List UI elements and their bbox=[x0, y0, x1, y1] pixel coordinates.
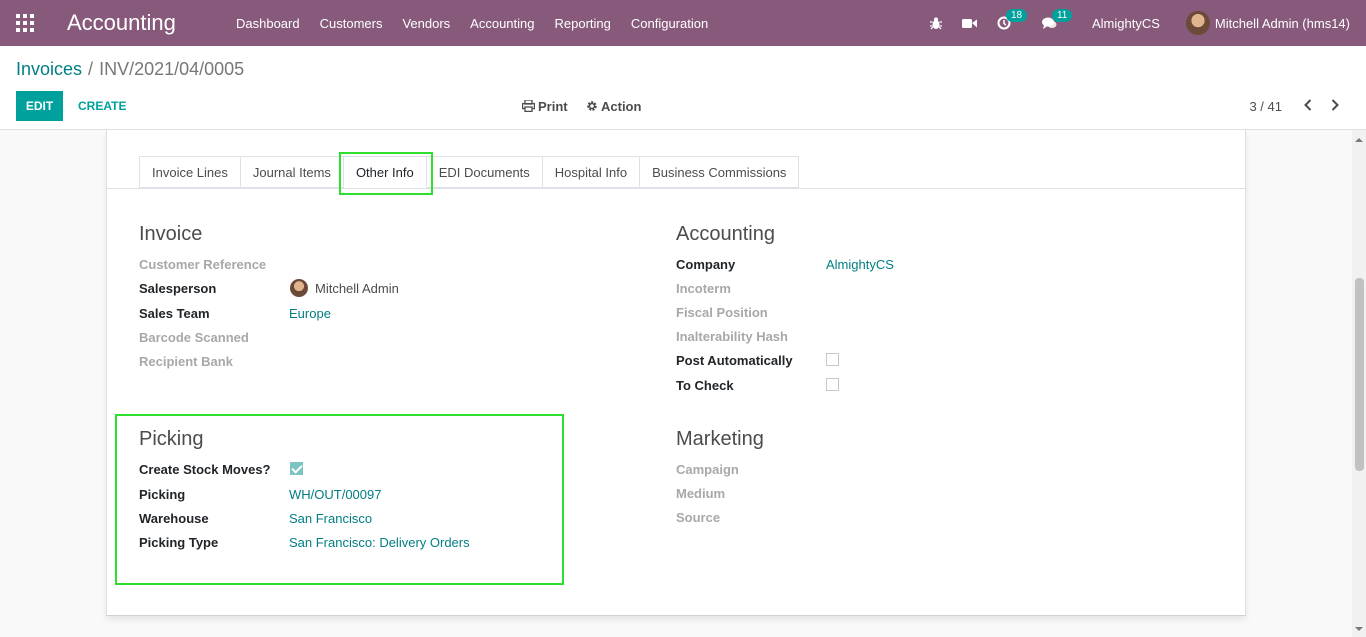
tab-hospital-info[interactable]: Hospital Info bbox=[542, 156, 641, 188]
message-count-badge: 11 bbox=[1051, 9, 1073, 22]
user-name: Mitchell Admin (hms14) bbox=[1214, 15, 1350, 31]
create-stock-moves-checkbox[interactable] bbox=[290, 462, 303, 475]
user-avatar bbox=[1185, 11, 1210, 35]
form-sheet: Invoice Lines Journal Items Other Info E… bbox=[106, 130, 1247, 616]
inalterability-hash-label: Inalterability Hash bbox=[676, 329, 788, 344]
post-automatically-checkbox[interactable] bbox=[826, 353, 839, 366]
tab-other-info[interactable]: Other Info bbox=[343, 156, 427, 188]
print-icon bbox=[522, 100, 535, 112]
salesperson-value[interactable]: Mitchell Admin bbox=[315, 281, 399, 296]
breadcrumb-separator: / bbox=[88, 59, 94, 79]
bug-icon[interactable] bbox=[928, 15, 944, 31]
page-scrollbar[interactable] bbox=[1352, 130, 1366, 637]
picking-type-label: Picking Type bbox=[139, 535, 219, 550]
warehouse-value[interactable]: San Francisco bbox=[289, 511, 372, 526]
print-label: Print bbox=[538, 98, 568, 114]
activity-count-badge: 18 bbox=[1005, 9, 1028, 22]
invoice-group-title: Invoice bbox=[139, 223, 203, 245]
tab-edi-documents[interactable]: EDI Documents bbox=[426, 156, 543, 188]
tab-journal-items[interactable]: Journal Items bbox=[240, 156, 344, 188]
accounting-group-title: Accounting bbox=[676, 223, 775, 245]
salesperson-label: Salesperson bbox=[139, 281, 217, 296]
action-button[interactable]: Action bbox=[586, 91, 641, 121]
company-value[interactable]: AlmightyCS bbox=[826, 257, 894, 272]
sales-team-value[interactable]: Europe bbox=[289, 306, 331, 321]
post-automatically-label: Post Automatically bbox=[676, 353, 793, 368]
to-check-checkbox[interactable] bbox=[826, 378, 839, 391]
chevron-right-icon bbox=[1331, 99, 1339, 111]
source-label: Source bbox=[676, 510, 721, 525]
recipient-bank-label: Recipient Bank bbox=[139, 354, 233, 369]
warehouse-label: Warehouse bbox=[139, 511, 209, 526]
menu-item-dashboard[interactable]: Dashboard bbox=[226, 16, 310, 31]
apps-menu-icon[interactable] bbox=[16, 14, 34, 32]
user-menu[interactable]: Mitchell Admin (hms14) bbox=[1185, 11, 1350, 35]
edit-button[interactable]: EDIT bbox=[16, 91, 63, 121]
barcode-scanned-label: Barcode Scanned bbox=[139, 330, 249, 345]
fiscal-position-label: Fiscal Position bbox=[676, 305, 768, 320]
company-switcher[interactable]: AlmightyCS bbox=[1092, 16, 1160, 31]
to-check-label: To Check bbox=[676, 378, 734, 393]
menu-item-vendors[interactable]: Vendors bbox=[392, 16, 460, 31]
breadcrumb-current: INV/2021/04/0005 bbox=[99, 59, 245, 79]
menu-item-accounting[interactable]: Accounting bbox=[460, 16, 544, 31]
messages-icon[interactable]: 11 bbox=[1042, 9, 1073, 31]
incoterm-label: Incoterm bbox=[676, 281, 731, 296]
marketing-group-title: Marketing bbox=[676, 428, 764, 450]
menu-item-reporting[interactable]: Reporting bbox=[545, 16, 621, 31]
tabs-divider bbox=[107, 188, 1247, 189]
tab-invoice-lines[interactable]: Invoice Lines bbox=[139, 156, 241, 188]
salesperson-avatar bbox=[290, 279, 308, 297]
pager-value[interactable]: 3 / 41 bbox=[1249, 99, 1282, 114]
picking-label: Picking bbox=[139, 487, 186, 502]
sales-team-label: Sales Team bbox=[139, 306, 210, 321]
systray: 18 11 AlmightyCS Mitchell Admin (hms14) bbox=[928, 0, 1366, 46]
gear-icon bbox=[587, 101, 597, 111]
scroll-up-arrow-icon[interactable] bbox=[1355, 136, 1363, 144]
activity-clock-icon[interactable]: 18 bbox=[996, 9, 1028, 31]
pager-next-button[interactable] bbox=[1327, 96, 1343, 114]
campaign-label: Campaign bbox=[676, 462, 739, 477]
scroll-thumb[interactable] bbox=[1355, 278, 1364, 471]
video-camera-icon[interactable] bbox=[962, 15, 978, 31]
medium-label: Medium bbox=[676, 486, 726, 501]
create-button[interactable]: CREATE bbox=[70, 91, 134, 121]
picking-type-value[interactable]: San Francisco: Delivery Orders bbox=[289, 535, 470, 550]
main-menu: Dashboard Customers Vendors Accounting R… bbox=[226, 0, 718, 46]
app-title[interactable]: Accounting bbox=[67, 10, 176, 36]
tab-business-commissions[interactable]: Business Commissions bbox=[640, 156, 800, 188]
breadcrumb-invoices-link[interactable]: Invoices bbox=[16, 59, 82, 79]
chevron-left-icon bbox=[1304, 99, 1312, 111]
notebook-tabs: Invoice Lines Journal Items Other Info E… bbox=[139, 156, 800, 188]
menu-item-configuration[interactable]: Configuration bbox=[621, 16, 718, 31]
menu-item-customers[interactable]: Customers bbox=[310, 16, 393, 31]
action-label: Action bbox=[601, 98, 642, 114]
top-navbar: Accounting Dashboard Customers Vendors A… bbox=[0, 0, 1366, 46]
picking-value[interactable]: WH/OUT/00097 bbox=[289, 487, 381, 502]
pager-previous-button[interactable] bbox=[1300, 96, 1316, 114]
print-button[interactable]: Print bbox=[522, 91, 568, 121]
company-label: Company bbox=[676, 257, 736, 272]
customer-reference-label: Customer Reference bbox=[139, 257, 267, 272]
control-panel: Invoices / INV/2021/04/0005 EDIT CREATE Pr… bbox=[0, 46, 1366, 130]
scroll-down-arrow-icon[interactable] bbox=[1355, 625, 1363, 633]
picking-group-title: Picking bbox=[139, 428, 204, 450]
create-stock-moves-label: Create Stock Moves? bbox=[139, 462, 271, 477]
breadcrumb: Invoices / INV/2021/04/0005 bbox=[16, 59, 244, 80]
